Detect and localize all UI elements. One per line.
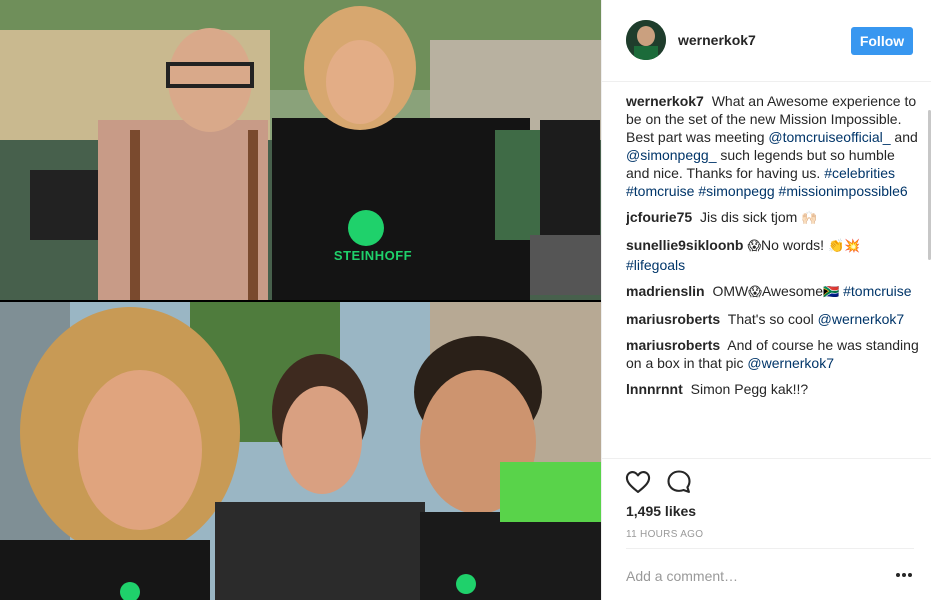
- post-actions: 1,495 likes 11 HOURS AGO: [602, 458, 931, 548]
- post-photo-collage[interactable]: STEINHOFF: [0, 0, 601, 600]
- comment-text: That's so cool: [727, 311, 814, 327]
- comments-list[interactable]: wernerkok7 What an Awesome experience to…: [626, 92, 920, 458]
- header-username[interactable]: wernerkok7: [678, 32, 756, 48]
- set-photo[interactable]: STEINHOFF: [0, 0, 601, 300]
- mention-wernerkok7[interactable]: @wernerkok7: [818, 311, 905, 327]
- post-timestamp[interactable]: 11 HOURS AGO: [626, 529, 703, 540]
- list-item: sunellie9sikloonb 😱No words! 👏💥 #lifegoal…: [626, 236, 920, 274]
- hashtag-celebrities[interactable]: #celebrities: [824, 165, 895, 181]
- scream-emoji-icon: 😱: [748, 285, 762, 300]
- list-item: mariusroberts That's so cool @wernerkok7: [626, 310, 920, 328]
- hashtag-tomcruise[interactable]: #tomcruise: [843, 283, 911, 299]
- comment-username[interactable]: jcfourie75: [626, 209, 692, 225]
- hashtag-lifegoals[interactable]: #lifegoals: [626, 257, 685, 273]
- comment-username[interactable]: mariusroberts: [626, 337, 720, 353]
- caption-text-2: and: [894, 129, 918, 145]
- follow-button[interactable]: Follow: [851, 27, 913, 55]
- mention-simonpegg[interactable]: @simonpegg_: [626, 147, 717, 163]
- comment-username[interactable]: sunellie9sikloonb: [626, 237, 743, 253]
- heart-outline-icon[interactable]: [624, 468, 652, 496]
- hashtag-simonpegg[interactable]: #simonpegg: [698, 183, 774, 199]
- comment-username[interactable]: lnnnrnnt: [626, 381, 683, 397]
- selfie-photo[interactable]: [0, 302, 601, 600]
- list-item: mariusroberts And of course he was stand…: [626, 336, 920, 372]
- ellipsis-icon[interactable]: [896, 569, 914, 581]
- comment-input[interactable]: [626, 565, 876, 587]
- list-item: lnnnrnnt Simon Pegg kak!!?: [626, 380, 920, 398]
- list-item: jcfourie75 Jis dis sick tjom 🙌🏻: [626, 208, 920, 228]
- selfie-photo-graphic: [0, 302, 601, 600]
- comment-text: No words!: [761, 237, 825, 253]
- add-comment-section: [626, 548, 914, 600]
- avatar[interactable]: [626, 20, 666, 60]
- hashtag-missionimpossible6[interactable]: #missionimpossible6: [779, 183, 908, 199]
- post-details-panel: wernerkok7 Follow wernerkok7 What an Awe…: [601, 0, 931, 600]
- clap-boom-emoji-icon: 👏💥: [827, 239, 861, 254]
- caption-username[interactable]: wernerkok7: [626, 93, 704, 109]
- hashtag-tomcruise[interactable]: #tomcruise: [626, 183, 694, 199]
- comment-username[interactable]: madrienslin: [626, 283, 705, 299]
- raised-hands-emoji-icon: 🙌🏻: [801, 211, 818, 226]
- mention-tomcruiseofficial[interactable]: @tomcruiseofficial_: [768, 129, 890, 145]
- avatar-image: [626, 20, 666, 60]
- set-photo-graphic: [0, 0, 601, 300]
- comment-text: OMW: [712, 283, 749, 299]
- likes-count[interactable]: 1,495 likes: [626, 503, 696, 519]
- jersey-logo-text: STEINHOFF: [333, 248, 413, 263]
- post-header: wernerkok7 Follow: [602, 0, 931, 82]
- list-item: madrienslin OMW😱Awesome🇿🇦 #tomcruise: [626, 282, 920, 302]
- comment-text-2: Awesome: [761, 283, 824, 299]
- mention-wernerkok7[interactable]: @wernerkok7: [747, 355, 834, 371]
- speech-bubble-icon[interactable]: [665, 468, 693, 496]
- scream-emoji-icon: 😱: [747, 239, 762, 254]
- comment-text: Jis dis sick tjom: [700, 209, 798, 225]
- caption: wernerkok7 What an Awesome experience to…: [626, 92, 920, 200]
- comment-text: Simon Pegg kak!!?: [690, 381, 809, 397]
- south-africa-flag-icon: 🇿🇦: [823, 285, 840, 300]
- comment-username[interactable]: mariusroberts: [626, 311, 720, 327]
